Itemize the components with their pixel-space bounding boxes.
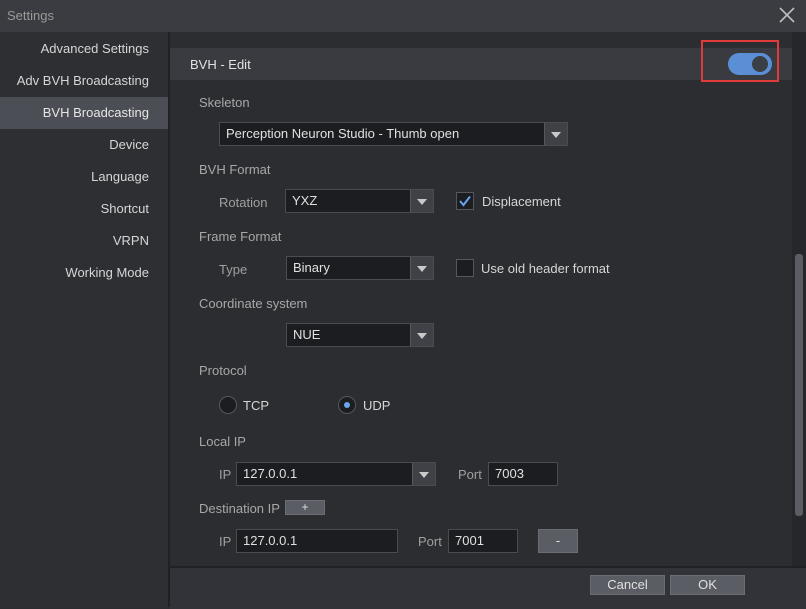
udp-label: UDP <box>363 398 391 413</box>
window-title: Settings <box>7 8 54 23</box>
local-port-label: Port <box>458 467 482 482</box>
sidebar-item-working-mode[interactable]: Working Mode <box>0 257 168 289</box>
cancel-button[interactable]: Cancel <box>590 575 665 595</box>
dialog-footer: Cancel OK <box>170 566 806 609</box>
protocol-label: Protocol <box>199 363 247 378</box>
coordinate-select[interactable]: NUE <box>286 323 434 347</box>
sidebar-item-bvh-broadcasting[interactable]: BVH Broadcasting <box>0 97 168 129</box>
displacement-label: Displacement <box>482 194 561 209</box>
sidebar-item-language[interactable]: Language <box>0 161 168 193</box>
rotation-select[interactable]: YXZ <box>285 189 434 213</box>
destination-ip-label: Destination IP <box>199 501 280 516</box>
sidebar-item-shortcut[interactable]: Shortcut <box>0 193 168 225</box>
skeleton-value: Perception Neuron Studio - Thumb open <box>226 126 460 141</box>
local-ip-field-label: IP <box>219 467 232 482</box>
tcp-radio[interactable] <box>219 396 237 414</box>
sidebar-item-adv-bvh-broadcasting[interactable]: Adv BVH Broadcasting <box>0 65 168 97</box>
radio-selected-dot <box>344 402 350 408</box>
chevron-down-icon <box>412 463 435 485</box>
scrollbar[interactable] <box>792 32 806 566</box>
local-ip-label: Local IP <box>199 434 246 449</box>
sidebar: Advanced Settings Adv BVH Broadcasting B… <box>0 32 168 607</box>
sidebar-item-vrpn[interactable]: VRPN <box>0 225 168 257</box>
skeleton-label: Skeleton <box>199 95 250 110</box>
local-port-input[interactable]: 7003 <box>488 462 558 486</box>
udp-radio[interactable] <box>338 396 356 414</box>
destination-port-label: Port <box>418 534 442 549</box>
title-bar: Settings <box>0 0 806 32</box>
enable-toggle[interactable] <box>728 53 772 75</box>
sidebar-item-device[interactable]: Device <box>0 129 168 161</box>
rotation-label: Rotation <box>219 195 268 210</box>
add-destination-button[interactable]: + <box>285 500 325 515</box>
section-header: BVH - Edit <box>170 48 792 80</box>
chevron-down-icon <box>410 257 433 279</box>
local-ip-value: 127.0.0.1 <box>243 466 298 481</box>
settings-panel: BVH - Edit Skeleton Perception Neuron St… <box>170 32 806 609</box>
coordinate-value: NUE <box>293 327 321 342</box>
local-ip-select[interactable]: 127.0.0.1 <box>236 462 436 486</box>
chevron-down-icon <box>410 324 433 346</box>
close-icon[interactable] <box>778 6 796 24</box>
chevron-down-icon <box>410 190 433 212</box>
remove-destination-button[interactable]: - <box>538 529 578 553</box>
displacement-checkbox[interactable] <box>456 192 474 210</box>
skeleton-select[interactable]: Perception Neuron Studio - Thumb open <box>219 122 568 146</box>
ok-button[interactable]: OK <box>670 575 745 595</box>
section-title: BVH - Edit <box>190 57 251 72</box>
destination-ip-input[interactable]: 127.0.0.1 <box>236 529 398 553</box>
coordinate-system-label: Coordinate system <box>199 296 308 311</box>
type-select[interactable]: Binary <box>286 256 434 280</box>
scrollbar-thumb[interactable] <box>795 254 803 516</box>
toggle-knob <box>752 56 768 72</box>
checkmark-icon <box>459 195 471 207</box>
chevron-down-icon <box>544 123 567 145</box>
tcp-label: TCP <box>243 398 269 413</box>
rotation-value: YXZ <box>292 193 318 208</box>
old-header-label: Use old header format <box>481 261 610 276</box>
sidebar-item-advanced-settings[interactable]: Advanced Settings <box>0 33 168 65</box>
old-header-checkbox[interactable] <box>456 259 474 277</box>
frame-format-label: Frame Format <box>199 229 282 244</box>
destination-port-input[interactable]: 7001 <box>448 529 518 553</box>
bvh-format-label: BVH Format <box>199 162 271 177</box>
type-label: Type <box>219 262 248 277</box>
destination-ip-field-label: IP <box>219 534 232 549</box>
type-value: Binary <box>293 260 330 275</box>
